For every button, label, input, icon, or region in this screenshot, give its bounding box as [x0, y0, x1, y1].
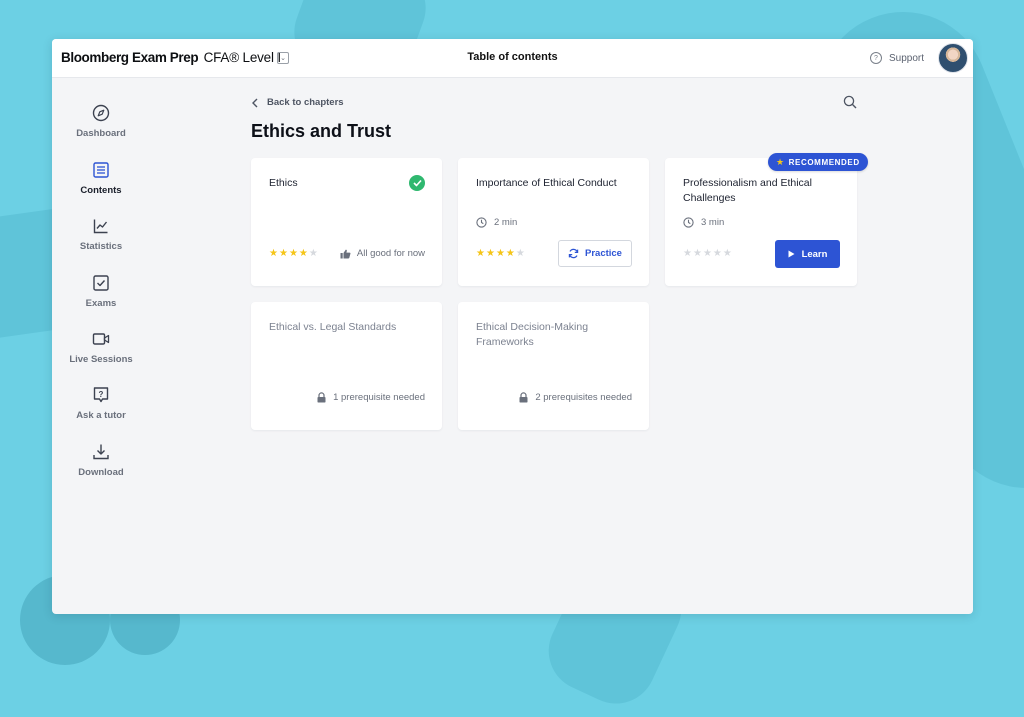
- duration-text: 2 min: [494, 217, 518, 228]
- sidebar-item-label: Statistics: [79, 241, 123, 252]
- lesson-card-ethical-decision-making-frameworks[interactable]: Ethical Decision-Making Frameworks 2 pre…: [458, 302, 649, 430]
- sidebar-item-label: Download: [78, 467, 124, 478]
- avatar[interactable]: [938, 43, 968, 73]
- star-icon: ★: [505, 248, 515, 259]
- lesson-card-importance-of-ethical-conduct[interactable]: Importance of Ethical Conduct 2 min ★ ★ ★ ★…: [458, 158, 649, 286]
- refresh-icon: [568, 248, 579, 259]
- video-icon: [92, 333, 110, 345]
- star-icon: ★: [298, 248, 308, 259]
- sidebar-item-label: Ask a tutor: [76, 410, 126, 421]
- search-icon[interactable]: [843, 95, 857, 109]
- star-icon: ★: [692, 248, 702, 259]
- lesson-card-ethical-vs-legal-standards[interactable]: Ethical vs. Legal Standards 1 prerequisi…: [251, 302, 442, 430]
- top-bar: Bloomberg Exam Prep CFA® Level I ⌄ Table…: [52, 39, 973, 78]
- sidebar-item-statistics[interactable]: Statistics: [52, 217, 150, 252]
- sidebar-item-label: Exams: [85, 298, 117, 309]
- sidebar-item-dashboard[interactable]: Dashboard: [52, 104, 150, 139]
- learn-label: Learn: [801, 248, 828, 260]
- chevron-left-icon: [252, 98, 258, 107]
- sidebar-item-live-sessions[interactable]: Live Sessions: [52, 330, 150, 365]
- lesson-duration: 2 min: [476, 217, 517, 228]
- rating-stars: ★ ★ ★ ★ ★: [476, 249, 526, 259]
- star-icon: ★: [722, 248, 732, 259]
- sidebar-item-download[interactable]: Download: [52, 443, 150, 478]
- star-icon: ★: [269, 248, 278, 259]
- star-icon: ★: [278, 248, 288, 259]
- lesson-title: Importance of Ethical Conduct: [476, 177, 617, 189]
- page-title: Ethics and Trust: [251, 121, 392, 141]
- sidebar-item-contents[interactable]: Contents: [52, 161, 150, 196]
- page-header-title: Table of contents: [467, 51, 558, 63]
- practice-label: Practice: [585, 248, 622, 259]
- star-icon: ★: [485, 248, 495, 259]
- sidebar-item-label: Contents: [80, 185, 122, 196]
- play-icon: [788, 250, 795, 258]
- compass-icon: [92, 104, 110, 122]
- clock-icon: [476, 217, 487, 228]
- back-label: Back to chapters: [267, 97, 344, 108]
- star-icon: ★: [683, 248, 692, 259]
- star-icon: ★: [776, 156, 785, 167]
- thumbs-up-icon: [340, 249, 351, 258]
- app-window: Bloomberg Exam Prep CFA® Level I ⌄ Table…: [52, 39, 973, 614]
- lesson-card-ethics[interactable]: Ethics ★ ★ ★ ★ ★ All good for now: [251, 158, 442, 286]
- lesson-title: Ethical Decision-Making Frameworks: [476, 321, 589, 348]
- star-icon: ★: [515, 248, 525, 259]
- list-icon: [93, 162, 109, 178]
- prerequisite-status: 1 prerequisite needed: [317, 392, 425, 403]
- sidebar-item-label: Dashboard: [76, 128, 126, 139]
- back-to-chapters-link[interactable]: Back to chapters: [252, 97, 344, 108]
- status-text: All good for now: [356, 248, 425, 259]
- lesson-status: All good for now: [340, 248, 425, 259]
- lock-icon: [519, 392, 528, 403]
- star-icon: ★: [712, 248, 722, 259]
- question-bubble-icon: ?: [93, 387, 109, 403]
- star-icon: ★: [288, 248, 298, 259]
- support-link[interactable]: ? Support: [869, 52, 924, 64]
- download-icon: [93, 444, 109, 460]
- sidebar-item-label: Live Sessions: [69, 354, 133, 365]
- recommended-badge: ★ RECOMMENDED: [768, 153, 868, 171]
- rating-stars: ★ ★ ★ ★ ★: [269, 249, 319, 259]
- svg-text:?: ?: [99, 390, 104, 399]
- support-label: Support: [888, 52, 924, 64]
- lesson-title: Ethical vs. Legal Standards: [269, 321, 397, 333]
- sidebar-item-exams[interactable]: Exams: [52, 274, 150, 309]
- duration-text: 3 min: [701, 217, 725, 228]
- star-icon: ★: [495, 248, 505, 259]
- checkbox-icon: [93, 275, 109, 291]
- lesson-title: Ethics: [269, 177, 298, 189]
- clock-icon: [683, 217, 694, 228]
- star-icon: ★: [308, 248, 318, 259]
- rating-stars: ★ ★ ★ ★ ★: [683, 249, 733, 259]
- prerequisite-text: 1 prerequisite needed: [333, 392, 425, 403]
- lesson-card-professionalism-and-ethical-challenges[interactable]: Professionalism and Ethical Challenges 3…: [665, 158, 857, 286]
- practice-button[interactable]: Practice: [558, 240, 632, 267]
- sidebar-item-ask-a-tutor[interactable]: ? Ask a tutor: [52, 386, 150, 421]
- line-chart-icon: [93, 219, 108, 234]
- prerequisite-status: 2 prerequisites needed: [519, 392, 632, 403]
- lesson-title: Professionalism and Ethical Challenges: [683, 177, 812, 204]
- help-icon: ?: [869, 52, 882, 64]
- lesson-duration: 3 min: [683, 217, 724, 228]
- prerequisite-text: 2 prerequisites needed: [535, 392, 632, 403]
- recommended-label: RECOMMENDED: [788, 157, 860, 167]
- learn-button[interactable]: Learn: [775, 240, 840, 268]
- completed-check-icon: [409, 175, 425, 191]
- star-icon: ★: [476, 248, 485, 259]
- star-icon: ★: [702, 248, 712, 259]
- lock-icon: [317, 392, 326, 403]
